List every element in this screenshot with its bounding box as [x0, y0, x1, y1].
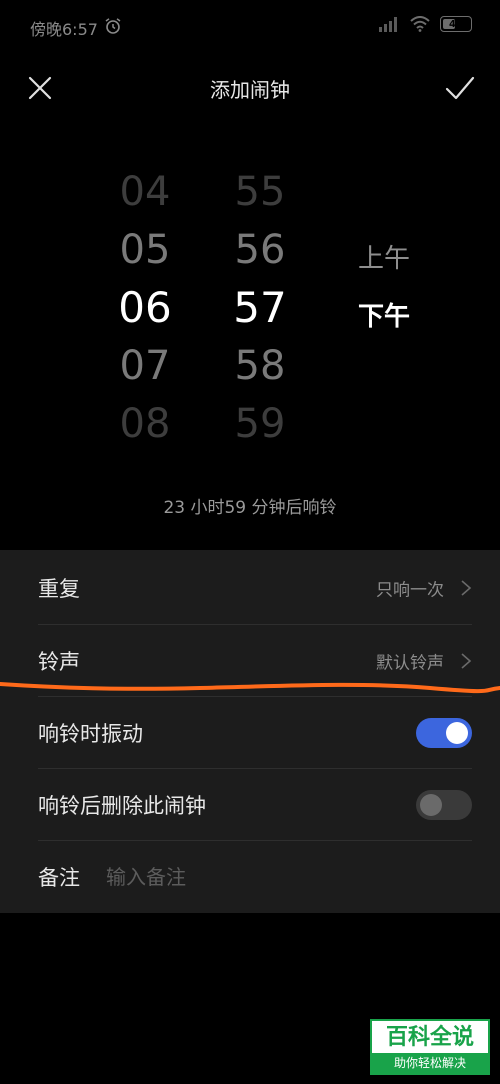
vibrate-label: 响铃时振动 — [38, 722, 143, 746]
minute-option[interactable]: 55 — [215, 163, 305, 221]
ring-countdown-hint: 23 小时59 分钟后响铃 — [163, 498, 337, 518]
page-title: 添加闹钟 — [210, 78, 290, 102]
delete-after-ring-label: 响铃后删除此闹钟 — [38, 794, 206, 818]
battery-text: 47 — [449, 18, 463, 30]
hour-option[interactable]: 04 — [100, 163, 190, 221]
ringtone-value: 默认铃声 — [376, 653, 444, 674]
minute-option[interactable]: 58 — [215, 337, 305, 395]
repeat-value: 只响一次 — [376, 580, 444, 601]
note-label: 备注 — [38, 866, 80, 890]
alarm-settings-list: 重复 只响一次 铃声 默认铃声 响铃时振动 响铃后删除此闹钟 备注 — [0, 550, 500, 913]
am-option[interactable]: 上午 — [349, 238, 419, 275]
watermark-logo: 百科全说 助你轻松解决 — [370, 1019, 490, 1075]
cellular-signal-icon — [379, 17, 397, 32]
minute-option[interactable]: 59 — [215, 395, 305, 453]
minute-picker[interactable]: 55 56 57 58 59 — [215, 163, 305, 453]
note-input[interactable] — [106, 865, 466, 889]
repeat-row[interactable]: 重复 只响一次 — [0, 552, 500, 624]
chevron-right-icon — [461, 580, 472, 596]
hour-option[interactable]: 05 — [100, 221, 190, 279]
minute-option[interactable]: 56 — [215, 221, 305, 279]
hour-picker[interactable]: 04 05 06 07 08 — [100, 163, 190, 453]
watermark-sub-text: 助你轻松解决 — [372, 1053, 488, 1073]
minute-selected[interactable]: 57 — [215, 279, 305, 337]
header: 添加闹钟 — [0, 60, 500, 116]
repeat-label: 重复 — [38, 577, 80, 601]
note-row: 备注 — [0, 841, 500, 913]
vibrate-toggle[interactable] — [416, 718, 472, 748]
hour-option[interactable]: 07 — [100, 337, 190, 395]
watermark-main-text: 百科全说 — [385, 1025, 474, 1050]
wifi-icon — [410, 16, 430, 32]
delete-after-ring-toggle[interactable] — [416, 790, 472, 820]
delete-after-ring-row: 响铃后删除此闹钟 — [0, 769, 500, 841]
hour-selected[interactable]: 06 — [100, 279, 190, 337]
toggle-knob — [420, 794, 442, 816]
battery-icon: 47 — [440, 16, 472, 32]
hour-option[interactable]: 08 — [100, 395, 190, 453]
vibrate-row: 响铃时振动 — [0, 697, 500, 769]
alarm-clock-icon — [105, 18, 121, 34]
pm-option-selected[interactable]: 下午 — [349, 296, 419, 333]
toggle-knob — [446, 722, 468, 744]
confirm-check-icon[interactable] — [444, 74, 476, 102]
status-bar: 傍晚6:57 47 — [0, 0, 500, 56]
ringtone-row[interactable]: 铃声 默认铃声 — [0, 625, 500, 697]
status-icons: 47 — [378, 16, 472, 32]
ringtone-label: 铃声 — [38, 650, 80, 674]
chevron-right-icon — [461, 653, 472, 669]
status-time: 傍晚6:57 — [30, 20, 98, 39]
